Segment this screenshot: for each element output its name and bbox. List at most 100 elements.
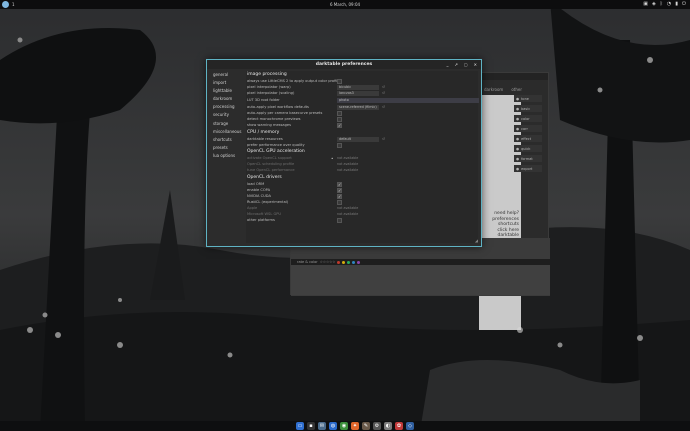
pref-checkbox[interactable] <box>337 218 342 223</box>
pref-row: pixel interpolator (warp) bicubic ↺ <box>247 85 477 90</box>
dialog-titlebar[interactable]: darktable preferences _ ↗ ▢ ✕ <box>207 60 481 69</box>
browser-icon[interactable]: ◍ <box>329 422 337 430</box>
module-group-quick[interactable]: ● quick <box>514 145 542 152</box>
color-label-purple[interactable] <box>357 260 361 264</box>
pref-row: OpenCL scheduling profile not available <box>247 162 477 167</box>
files-icon[interactable]: ▭ <box>296 422 304 430</box>
chromium-icon[interactable]: ◉ <box>340 422 348 430</box>
module-group-format[interactable]: ● format <box>514 155 542 162</box>
star-icon[interactable]: ☆☆☆☆☆ <box>320 260 336 264</box>
pref-label: load ORM <box>247 182 265 186</box>
battery-icon[interactable]: ▮ <box>675 1 678 7</box>
reset-icon[interactable]: ↺ <box>382 85 385 89</box>
color-label-yellow[interactable] <box>342 260 346 264</box>
pref-select[interactable]: scene-referred (filmic) <box>337 105 379 110</box>
network-icon[interactable]: ◈ <box>652 1 656 7</box>
pref-label: auto-apply per camera basecurve presets <box>247 111 323 115</box>
preferences-dialog: darktable preferences _ ↗ ▢ ✕ general im… <box>206 59 482 247</box>
dot-icon: ● <box>516 156 520 161</box>
pref-select[interactable]: bicubic <box>337 85 379 90</box>
pref-checkbox[interactable] <box>337 79 342 84</box>
pref-select[interactable]: default <box>337 137 379 142</box>
minimize-icon[interactable]: _ <box>447 62 449 67</box>
pref-checkbox[interactable] <box>337 200 342 205</box>
pref-row: show warning messages ✓ <box>247 123 477 128</box>
tab-other[interactable]: other <box>511 87 522 92</box>
section-opencl-gpu: OpenCL GPU acceleration <box>247 149 305 154</box>
pref-row: LUT 3D root folder photo <box>247 98 479 103</box>
module-group-corr[interactable]: ● corr <box>514 125 542 132</box>
volume-icon[interactable]: ◔ <box>667 1 671 7</box>
sidebar-item-security[interactable]: security <box>210 111 244 119</box>
module-label: format <box>521 156 533 161</box>
firefox-icon[interactable]: ✦ <box>351 422 359 430</box>
clipboard-icon[interactable]: ▣ <box>643 1 648 7</box>
mail-icon[interactable]: ✉ <box>318 422 326 430</box>
reset-icon[interactable]: ↺ <box>382 91 385 95</box>
bluetooth-icon[interactable]: ᛒ <box>660 1 663 7</box>
module-group-tone[interactable]: ● tone <box>514 95 542 102</box>
filmstrip[interactable] <box>291 265 550 295</box>
pref-label: NVIDIA CUDA <box>247 194 271 198</box>
pref-checkbox[interactable]: ✓ <box>337 194 342 199</box>
pref-select[interactable]: lanczos3 <box>337 91 379 96</box>
dot-icon: ● <box>516 96 520 101</box>
color-label-red[interactable] <box>337 260 341 264</box>
window-buttons: _ ↗ ▢ ✕ <box>447 62 478 67</box>
folder-chooser[interactable]: photo <box>337 98 479 103</box>
section-opencl-drivers: OpenCL drivers <box>247 175 282 180</box>
pref-label: enable COPA <box>247 188 271 192</box>
pref-row: detect monochrome previews <box>247 117 477 122</box>
expand-icon[interactable]: ↗ <box>455 62 458 67</box>
pref-checkbox[interactable] <box>337 143 342 148</box>
pref-checkbox[interactable]: ✓ <box>337 188 342 193</box>
tab-darkroom[interactable]: darkroom <box>484 87 503 92</box>
code-icon[interactable]: ◇ <box>406 422 414 430</box>
module-group-panel: ● tone ● basic ● color ● corr ● effect ● quick… <box>514 93 542 238</box>
settings-icon[interactable]: ⚙ <box>373 422 381 430</box>
resize-grip-icon[interactable]: ◢ <box>475 238 478 243</box>
maximize-icon[interactable]: ▢ <box>464 62 468 67</box>
reset-icon[interactable]: ↺ <box>382 105 385 109</box>
photos-icon[interactable]: ✿ <box>395 422 403 430</box>
sidebar-item-general[interactable]: general <box>210 71 244 79</box>
darktable-icon[interactable]: ◐ <box>384 422 392 430</box>
sidebar-item-presets[interactable]: presets <box>210 144 244 152</box>
pref-checkbox[interactable] <box>337 117 342 122</box>
clock[interactable]: 6 March, 09:04 <box>0 2 690 7</box>
module-group-export[interactable]: ● export <box>514 165 542 172</box>
pref-row: enable COPA ✓ <box>247 188 477 193</box>
sidebar-item-lua-options[interactable]: lua options <box>210 152 244 160</box>
module-group-color[interactable]: ● color <box>514 115 542 122</box>
sidebar-item-lighttable[interactable]: lighttable <box>210 87 244 95</box>
sidebar-item-import[interactable]: import <box>210 79 244 87</box>
power-icon[interactable]: ⏻ <box>682 1 686 7</box>
sidebar-item-storage[interactable]: storage <box>210 120 244 128</box>
sidebar-item-processing[interactable]: processing <box>210 103 244 111</box>
pref-label: OpenCL scheduling profile <box>247 162 295 166</box>
reset-icon[interactable]: ↺ <box>382 137 385 141</box>
pref-checkbox[interactable] <box>337 111 342 116</box>
pref-label: Apple <box>247 206 258 210</box>
terminal-icon[interactable]: ▪ <box>307 422 315 430</box>
sidebar-item-miscellaneous[interactable]: miscellaneous <box>210 128 244 136</box>
section-cpu-memory: CPU / memory <box>247 130 280 135</box>
sidebar-item-darkroom[interactable]: darkroom <box>210 95 244 103</box>
module-label: effect <box>521 136 532 141</box>
module-label: quick <box>521 146 531 151</box>
pref-row: load ORM ✓ <box>247 182 477 187</box>
color-label-blue[interactable] <box>352 260 356 264</box>
pref-row: darktable resources default ↺ <box>247 137 477 142</box>
pref-label: other platforms <box>247 218 275 222</box>
color-label-green[interactable] <box>347 260 351 264</box>
pref-row: Apple not available <box>247 206 477 211</box>
close-icon[interactable]: ✕ <box>474 62 477 67</box>
module-group-effect[interactable]: ● effect <box>514 135 542 142</box>
module-group-basic[interactable]: ● basic <box>514 105 542 112</box>
module-label: tone <box>521 96 529 101</box>
gimp-icon[interactable]: ✎ <box>362 422 370 430</box>
sidebar-item-shortcuts[interactable]: shortcuts <box>210 136 244 144</box>
pref-checkbox[interactable]: ✓ <box>337 182 342 187</box>
dot-icon: ● <box>516 136 520 141</box>
pref-checkbox[interactable]: ✓ <box>337 123 342 128</box>
